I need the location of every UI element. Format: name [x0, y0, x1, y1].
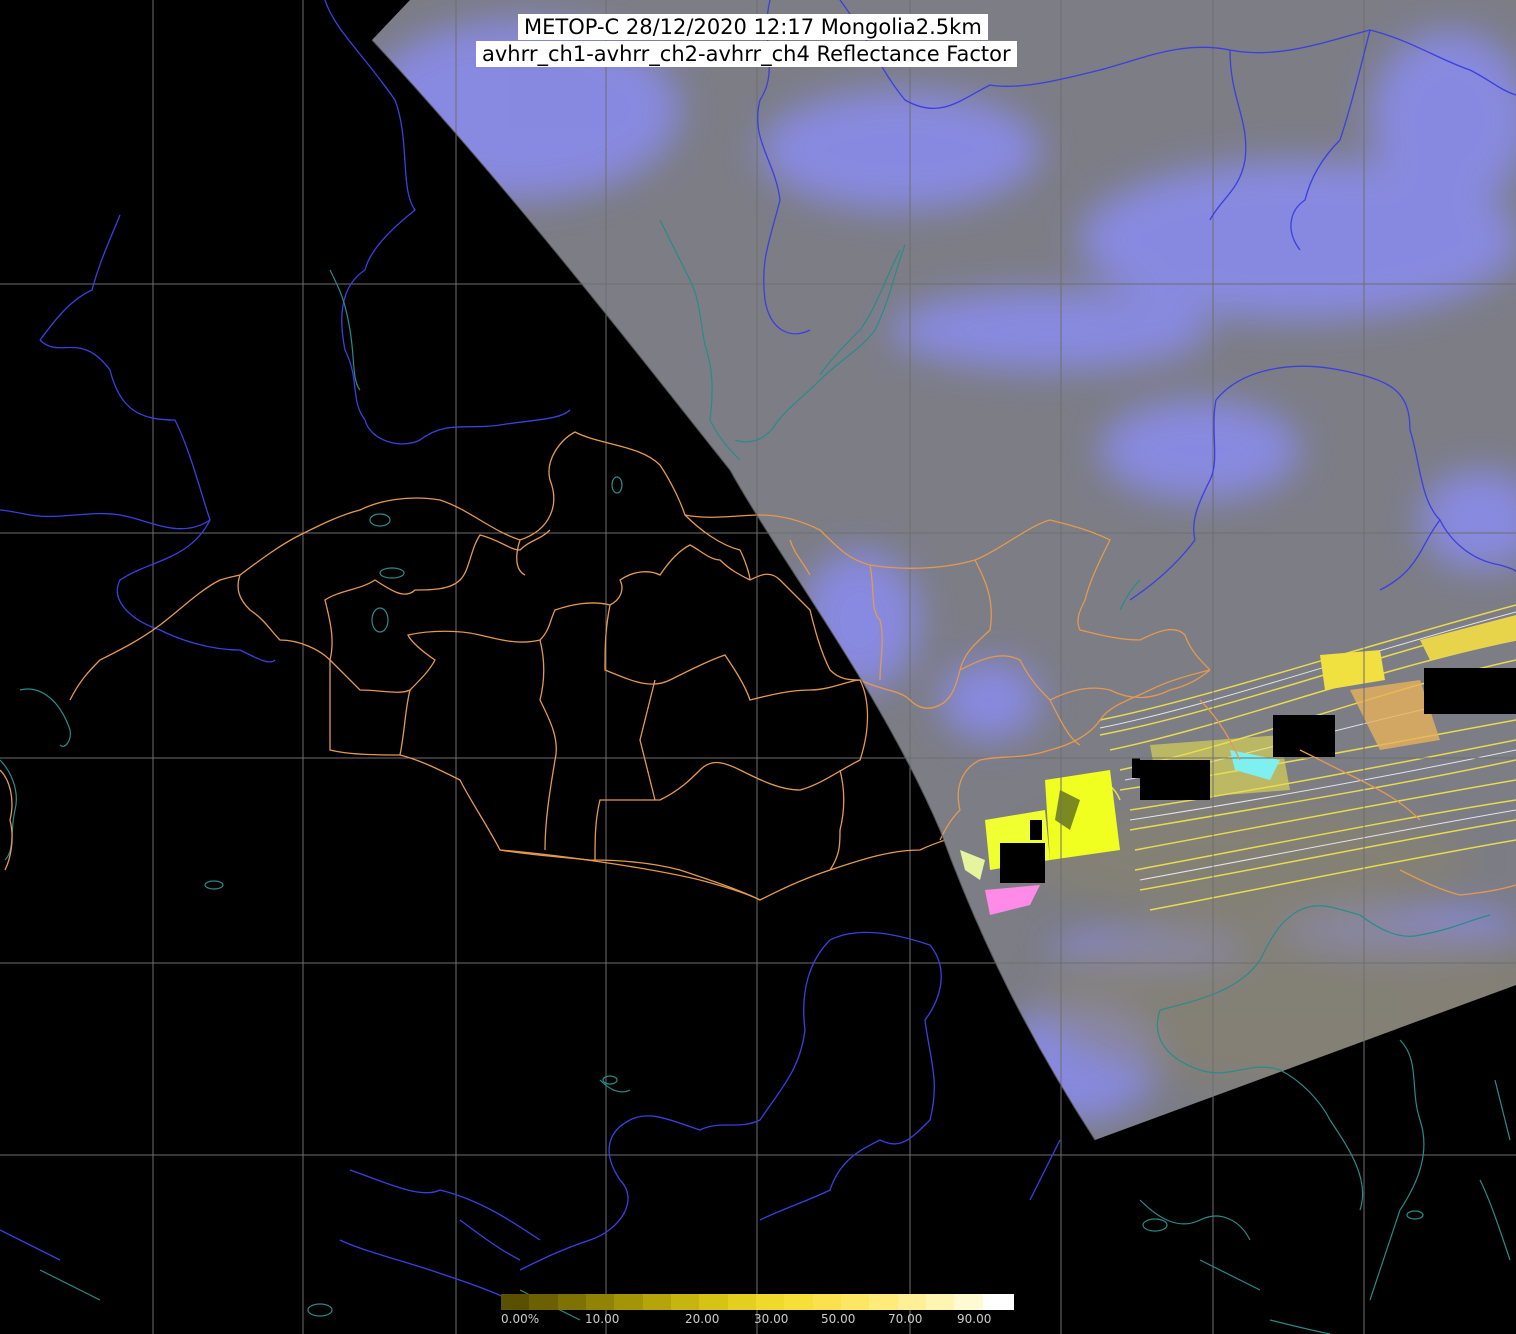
colorbar-segment	[557, 1294, 586, 1310]
colorbar-legend: 0.00% 10.00 20.00 30.00 50.00 70.00 90.0…	[501, 1294, 1017, 1334]
map-title: METOP-C 28/12/2020 12:17 Mongolia2.5km	[518, 14, 988, 40]
colorbar-tick-label: 10.00	[585, 1312, 620, 1326]
colorbar-segment	[585, 1294, 615, 1310]
colorbar-segment	[614, 1294, 643, 1310]
colorbar-end-marker	[1011, 1294, 1014, 1310]
colorbar-tick-label: 30.00	[754, 1312, 789, 1326]
colorbar-tick-label: 50.00	[821, 1312, 856, 1326]
satellite-map[interactable]	[0, 0, 1516, 1334]
colorbar-segment	[982, 1294, 1011, 1310]
colorbar-ticks: 0.00% 10.00 20.00 30.00 50.00 70.00 90.0…	[501, 1310, 1017, 1334]
colorbar-tick-label: 20.00	[685, 1312, 720, 1326]
map-subtitle: avhrr_ch1-avhrr_ch2-avhrr_ch4 Reflectanc…	[476, 41, 1017, 67]
colorbar-segment	[925, 1294, 955, 1310]
colorbar-segment	[501, 1294, 530, 1310]
colorbar-segment	[869, 1294, 898, 1310]
colorbar-segment	[897, 1294, 926, 1310]
colorbar	[501, 1294, 1011, 1310]
colorbar-tick-label: 70.00	[888, 1312, 923, 1326]
colorbar-segment	[954, 1294, 983, 1310]
colorbar-tick-label: 90.00	[957, 1312, 992, 1326]
colorbar-segment	[670, 1294, 700, 1310]
colorbar-segment	[784, 1294, 813, 1310]
colorbar-segment	[812, 1294, 841, 1310]
colorbar-segment	[727, 1294, 756, 1310]
colorbar-segment	[755, 1294, 785, 1310]
colorbar-segment	[642, 1294, 671, 1310]
colorbar-tick-label: 0.00%	[501, 1312, 540, 1326]
colorbar-segment	[529, 1294, 558, 1310]
colorbar-segment	[699, 1294, 728, 1310]
colorbar-segment	[840, 1294, 870, 1310]
